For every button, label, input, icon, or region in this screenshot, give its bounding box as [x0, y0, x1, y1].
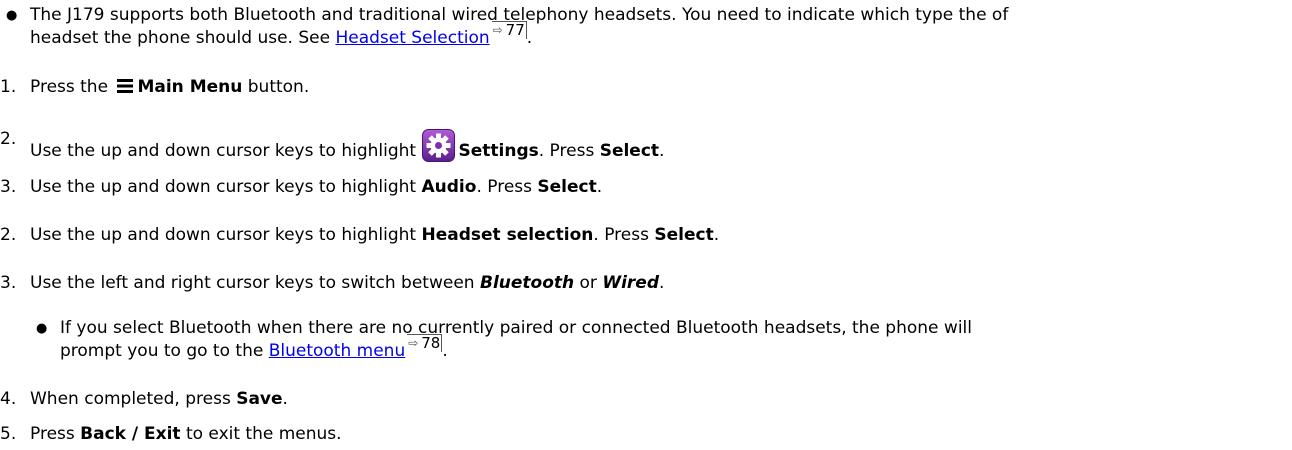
bullet-dot: ●	[36, 321, 48, 336]
intro-line-2: headset the phone should use. See	[30, 28, 336, 48]
page-ref-78[interactable]: ⇨ 78	[407, 334, 443, 352]
bluetooth-menu-link[interactable]: Bluetooth menu	[269, 341, 406, 361]
page-ref-arrow-icon: ⇨	[408, 336, 419, 350]
step-number: 3.	[0, 273, 17, 293]
page-ref-arrow-icon: ⇨	[492, 23, 503, 37]
main-menu-label: Main Menu	[137, 77, 243, 97]
step-number: 3.	[0, 177, 17, 197]
step-number: 1.	[0, 77, 17, 97]
gear-settings-icon	[421, 129, 455, 162]
step-number: 2.	[0, 225, 17, 245]
page-ref-77[interactable]: ⇨ 77	[491, 21, 527, 39]
step-number: 2.	[0, 129, 17, 149]
help-page: ● The J179 supports both Bluetooth and t…	[0, 5, 1009, 444]
headset-selection-link[interactable]: Headset Selection	[335, 28, 489, 48]
hamburger-menu-icon	[117, 79, 134, 93]
bullet-dot: ●	[6, 8, 18, 23]
step-number: 4.	[0, 389, 17, 409]
step-number: 5.	[0, 424, 17, 444]
settings-label: Settings	[458, 141, 539, 161]
